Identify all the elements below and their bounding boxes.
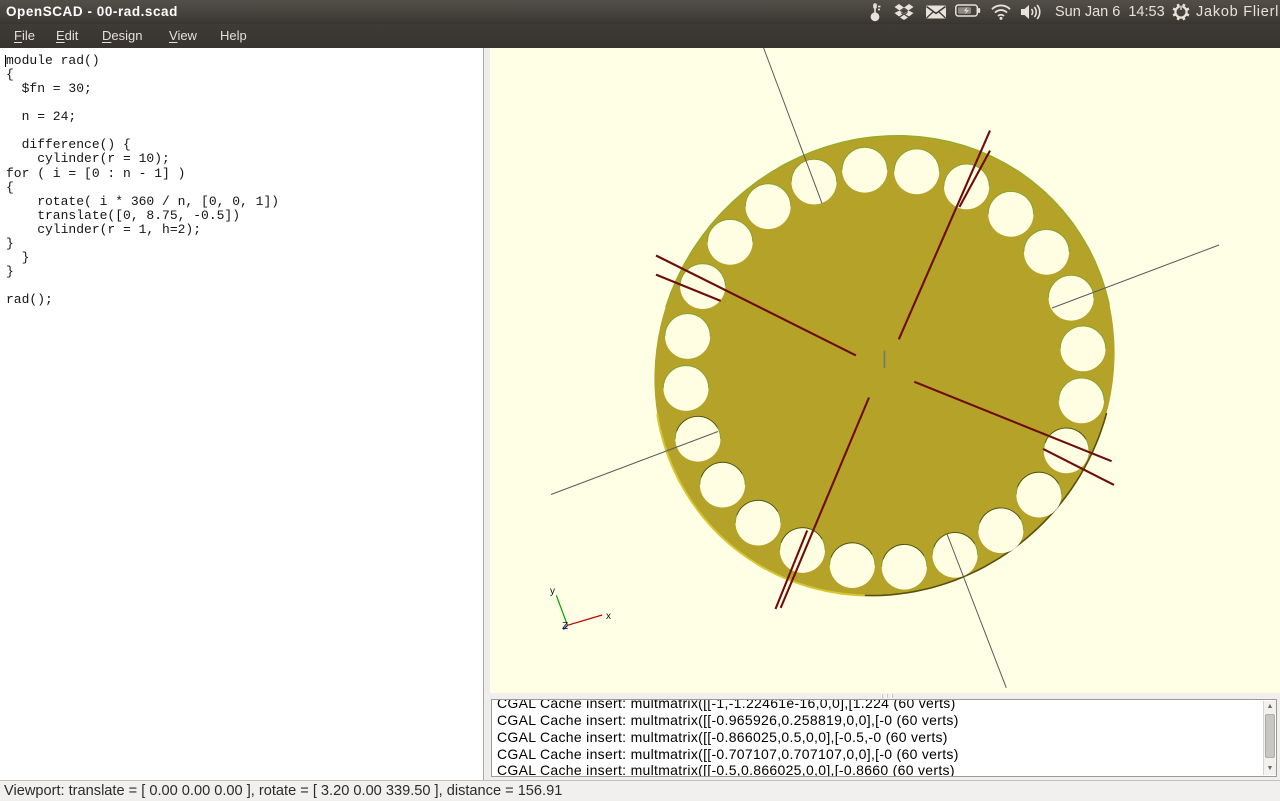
svg-text:x: x	[606, 611, 611, 622]
svg-text:Z: Z	[562, 621, 568, 632]
svg-text:y: y	[550, 586, 555, 597]
